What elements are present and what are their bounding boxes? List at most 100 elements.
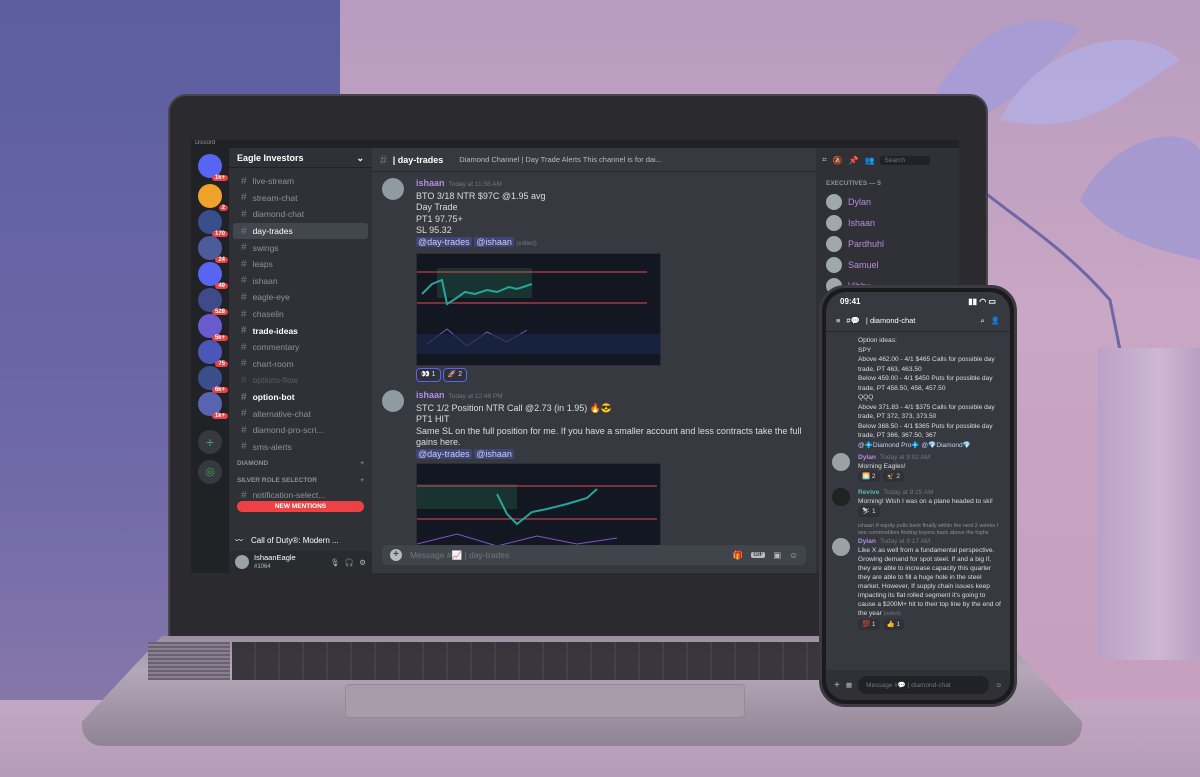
pin-icon[interactable]: 📌 xyxy=(848,156,858,165)
status-bar: 09:41 ▮▮ ◠ ▭ xyxy=(826,292,1010,310)
apps-icon[interactable]: ▦ xyxy=(846,681,852,689)
channel-alternative-chat[interactable]: # alternative-chat xyxy=(233,405,368,422)
reaction[interactable]: ⛷ 1 xyxy=(858,506,880,517)
message-time: Today at 9:02 AM xyxy=(879,454,931,461)
reaction-emoji: 👀 xyxy=(421,371,430,378)
channel-options-flow[interactable]: # options-flow xyxy=(233,372,368,389)
emoji-icon[interactable]: ☺ xyxy=(995,682,1002,689)
server-item[interactable]: 528 xyxy=(198,288,228,315)
avatar[interactable] xyxy=(382,390,404,412)
trackpad[interactable] xyxy=(345,684,745,718)
reply-preview[interactable]: ishaan If equity pulls back finally with… xyxy=(858,523,1002,537)
mic-icon[interactable]: 🎙 xyxy=(330,558,340,567)
search-icon[interactable]: ⌕ xyxy=(980,316,984,326)
new-mentions-button[interactable]: NEW MENTIONS xyxy=(237,501,364,513)
avatar[interactable] xyxy=(382,178,404,200)
channel-ishaan[interactable]: # ishaan xyxy=(233,273,368,290)
role-mention[interactable]: @day-trades xyxy=(416,448,472,459)
headphones-icon[interactable]: 🎧 xyxy=(345,558,354,567)
plus-icon[interactable]: + xyxy=(360,460,364,467)
guild-header[interactable]: Eagle Investors ⌄ xyxy=(229,148,372,168)
server-item[interactable]: 24 xyxy=(198,236,228,263)
server-home[interactable]: 1k+ xyxy=(198,154,228,181)
message-line: PT1 HIT xyxy=(416,414,450,424)
reaction[interactable]: 🦅 2 xyxy=(882,471,905,482)
channel-diamond-chat[interactable]: # diamond-chat xyxy=(233,206,368,223)
hash-icon: # xyxy=(241,408,247,420)
server-item[interactable]: 49 xyxy=(198,262,228,289)
reaction-eyes[interactable]: 👀 1 xyxy=(416,368,441,382)
user-mention[interactable]: @ishaan xyxy=(474,236,514,247)
add-attachment-icon[interactable]: + xyxy=(834,680,840,691)
channel-diamond-pro-scripts[interactable]: # diamond-pro-scri... xyxy=(233,422,368,439)
reaction[interactable]: 💯 1 xyxy=(858,619,880,630)
gif-button[interactable]: GIF xyxy=(751,552,766,558)
server-item[interactable]: 5k+ xyxy=(198,314,228,341)
hash-icon: # xyxy=(241,325,247,337)
menu-icon[interactable]: ≡ xyxy=(836,316,840,325)
channel-option-bot[interactable]: # option-bot xyxy=(233,389,368,406)
avatar[interactable] xyxy=(832,538,850,556)
message: ishaan Today at 12:48 PM STC 1/2 Position… xyxy=(382,390,806,553)
hash-icon: # xyxy=(241,441,247,453)
message-author[interactable]: ishaan xyxy=(416,390,445,400)
chart-screenshot[interactable] xyxy=(416,253,661,366)
member-item[interactable]: Samuel xyxy=(816,254,959,275)
gift-icon[interactable]: 🎁 xyxy=(733,550,744,561)
avatar[interactable] xyxy=(832,488,850,506)
role-mention[interactable]: @day-trades xyxy=(416,236,472,247)
reaction[interactable]: 🌅 2 xyxy=(858,471,880,482)
category-diamond[interactable]: DIAMOND + xyxy=(229,455,372,472)
reaction-rocket[interactable]: 🚀 2 xyxy=(442,368,468,382)
server-item[interactable]: 170 xyxy=(198,210,228,237)
message-author[interactable]: Dylan xyxy=(858,538,876,545)
channel-eagle-eye[interactable]: # eagle-eye xyxy=(233,289,368,306)
plus-icon[interactable]: + xyxy=(360,477,364,484)
channel-chart-room[interactable]: # chart-room xyxy=(233,356,368,373)
server-item[interactable]: 75 xyxy=(198,340,228,367)
members-icon[interactable]: 👥 xyxy=(864,156,874,165)
search-input[interactable]: Search xyxy=(880,155,931,165)
phone-message-input[interactable]: Message #💬 | diamond-chat xyxy=(858,676,990,694)
channel-swings[interactable]: # swings xyxy=(233,239,368,256)
server-eagle[interactable]: 2 xyxy=(198,184,228,211)
reaction[interactable]: 👍 1 xyxy=(882,619,905,630)
channel-trade-ideas[interactable]: # trade-ideas xyxy=(233,322,368,339)
category-silver[interactable]: SILVER ROLE SELECTOR + xyxy=(229,472,372,489)
channel-day-trades[interactable]: # day-trades xyxy=(233,222,368,240)
channel-live-stream[interactable]: # live-stream xyxy=(233,173,368,190)
notification-bell-icon[interactable]: 🔕 xyxy=(833,156,843,165)
emoji-icon[interactable]: ☺ xyxy=(789,550,798,560)
role-mentions[interactable]: @💠Diamond Pro💠 @💎Diamond💎 xyxy=(826,441,1010,451)
sticker-icon[interactable]: ▣ xyxy=(773,550,781,561)
add-server-icon[interactable]: + xyxy=(198,430,222,454)
member-item[interactable]: Pardhuhl xyxy=(816,233,959,254)
channel-header: # | day-trades Diamond Channel | Day Tra… xyxy=(372,148,816,172)
threads-icon[interactable]: ⌗ xyxy=(822,155,827,165)
message-author[interactable]: Dylan xyxy=(858,454,876,461)
avatar[interactable] xyxy=(832,453,850,471)
channel-chaselin[interactable]: # chaselin xyxy=(233,306,368,323)
members-icon[interactable]: 👤 xyxy=(991,316,1000,325)
channel-stream-chat[interactable]: # stream-chat xyxy=(233,190,368,207)
channel-commentary[interactable]: # commentary xyxy=(233,339,368,356)
channel-notification-select[interactable]: # notification-select... xyxy=(233,489,368,501)
server-item[interactable]: 1k+ xyxy=(198,392,228,419)
phone-message: ishaan If equity pulls back finally with… xyxy=(826,520,1010,633)
message-author[interactable]: ishaan xyxy=(416,178,445,188)
message-input[interactable]: Message #📈 | day-trades xyxy=(410,550,509,561)
server-item[interactable]: 6k+ xyxy=(198,366,228,393)
channel-topic[interactable]: Diamond Channel | Day Trade Alerts This … xyxy=(459,155,662,164)
channel-leaps[interactable]: # leaps xyxy=(233,256,368,273)
message-composer[interactable]: + Message #📈 | day-trades 🎁 GIF ▣ ☺ xyxy=(382,545,806,565)
channel-sms-alerts[interactable]: # sms-alerts xyxy=(233,439,368,456)
user-mention[interactable]: @ishaan xyxy=(474,448,514,459)
member-item[interactable]: Ishaan xyxy=(816,212,959,233)
explore-icon[interactable]: ◎ xyxy=(198,460,222,484)
member-item[interactable]: Dylan xyxy=(816,191,959,212)
add-attachment-icon[interactable]: + xyxy=(390,549,402,561)
gear-icon[interactable]: ⚙ xyxy=(359,558,366,567)
message-author[interactable]: Revive xyxy=(858,489,879,496)
chart-screenshot[interactable] xyxy=(416,463,661,553)
avatar[interactable] xyxy=(235,555,249,569)
